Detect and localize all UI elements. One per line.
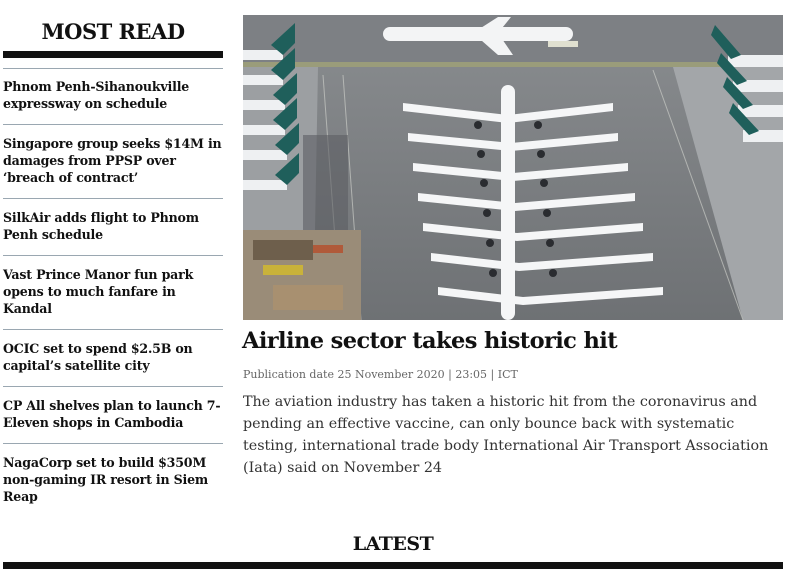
publication-date: Publication date 25 November 2020 | 23:0… xyxy=(243,368,518,381)
list-item: NagaCorp set to build $350M non-gaming I… xyxy=(3,443,223,517)
most-read-link[interactable]: OCIC set to spend $2.5B on capital’s sat… xyxy=(3,340,223,374)
list-item: Vast Prince Manor fun park opens to much… xyxy=(3,255,223,329)
list-item: Phnom Penh-Sihanoukville expressway on s… xyxy=(3,68,223,124)
list-item: OCIC set to spend $2.5B on capital’s sat… xyxy=(3,329,223,386)
most-read-link[interactable]: Vast Prince Manor fun park opens to much… xyxy=(3,266,223,317)
list-item: SilkAir adds flight to Phnom Penh schedu… xyxy=(3,198,223,255)
airport-apron-illustration xyxy=(243,15,783,320)
most-read-list: Phnom Penh-Sihanoukville expressway on s… xyxy=(3,68,223,517)
most-read-divider xyxy=(3,51,223,58)
latest-heading: LATEST xyxy=(352,533,434,555)
article-summary: The aviation industry has taken a histor… xyxy=(243,394,769,476)
list-item: Singapore group seeks $14M in damages fr… xyxy=(3,124,223,198)
most-read-heading: MOST READ xyxy=(41,19,185,44)
most-read-section: MOST READ Phnom Penh-Sihanoukville expre… xyxy=(3,14,223,517)
most-read-link[interactable]: SilkAir adds flight to Phnom Penh schedu… xyxy=(3,209,223,243)
most-read-link[interactable]: CP All shelves plan to launch 7-Eleven s… xyxy=(3,397,223,431)
latest-divider xyxy=(3,562,783,569)
most-read-link[interactable]: Singapore group seeks $14M in damages fr… xyxy=(3,135,223,186)
list-item: CP All shelves plan to launch 7-Eleven s… xyxy=(3,386,223,443)
article-headline[interactable]: Airline sector takes historic hit xyxy=(242,328,787,354)
most-read-link[interactable]: Phnom Penh-Sihanoukville expressway on s… xyxy=(3,78,223,112)
article-image[interactable] xyxy=(243,15,783,320)
most-read-link[interactable]: NagaCorp set to build $350M non-gaming I… xyxy=(3,454,223,505)
